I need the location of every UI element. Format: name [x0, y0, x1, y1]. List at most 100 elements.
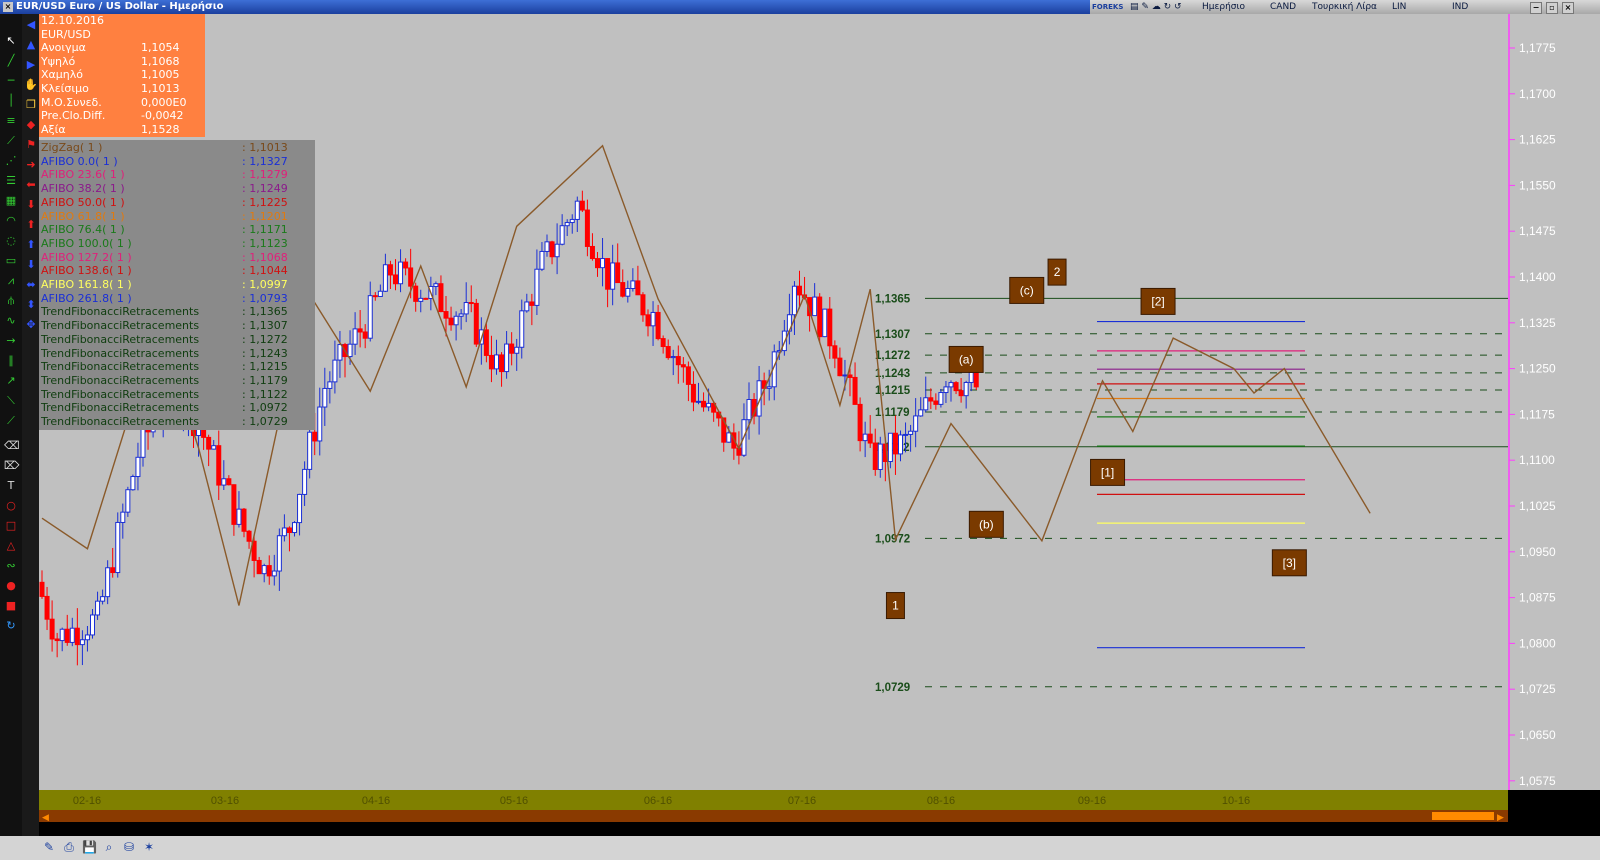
- channel-icon[interactable]: ≡: [4, 114, 18, 128]
- candle-body: [584, 209, 590, 247]
- grid-icon[interactable]: ▦: [4, 194, 18, 208]
- candle-body: [837, 357, 843, 377]
- date-tick-label: 08-16: [927, 795, 955, 807]
- vline-icon[interactable]: │: [4, 94, 18, 108]
- save-icon[interactable]: 💾: [82, 840, 97, 854]
- pan-icon[interactable]: ✥: [24, 318, 38, 332]
- wave-label-text: [3]: [1283, 556, 1296, 570]
- zigzag-icon[interactable]: ⩘: [4, 274, 18, 288]
- ray-icon[interactable]: →: [4, 334, 18, 348]
- price-tick-label: 1,0950: [1519, 545, 1556, 559]
- spiral-icon[interactable]: ◌: [4, 234, 18, 248]
- candle-body: [615, 262, 621, 284]
- gann-icon[interactable]: ⟋: [4, 414, 18, 428]
- print-icon[interactable]: ⎙: [62, 840, 76, 854]
- star-icon[interactable]: ✶: [142, 840, 156, 854]
- price-tick-label: 1,0650: [1519, 728, 1556, 742]
- scrollbar-thumb[interactable]: [1432, 812, 1494, 820]
- candle-body: [569, 218, 575, 224]
- candle-body: [559, 225, 565, 245]
- close-button[interactable]: ×: [1562, 2, 1574, 14]
- info-label: Κλείσιμο: [41, 82, 89, 95]
- scroll-right-arrow[interactable]: ▶: [1497, 813, 1504, 823]
- candle-body: [367, 295, 373, 339]
- flag-icon[interactable]: ⚑: [24, 138, 38, 152]
- legend-label: TrendFibonacciRetracements: [41, 387, 200, 401]
- horizontal-scrollbar[interactable]: [39, 810, 1508, 822]
- hline-icon[interactable]: ─: [4, 74, 18, 88]
- candle-body: [297, 493, 303, 524]
- menu-indicators[interactable]: IND: [1452, 0, 1468, 14]
- arrow-up-icon[interactable]: ▲: [24, 38, 38, 52]
- candle-body: [135, 456, 141, 478]
- candle-body: [79, 639, 85, 646]
- box-icon[interactable]: ▭: [4, 254, 18, 268]
- database-icon[interactable]: ⛁: [122, 840, 136, 854]
- blue-up-icon[interactable]: ⬆: [24, 238, 38, 252]
- eraser-icon[interactable]: ⌫: [4, 439, 20, 453]
- toolbar-icons[interactable]: ▤ ✎ ☁ ↻ ↺: [1130, 0, 1182, 14]
- trend-icon[interactable]: ⟋: [4, 134, 18, 148]
- ellipse-icon[interactable]: ○: [4, 499, 18, 513]
- arc-icon[interactable]: ◠: [4, 214, 18, 228]
- pitchfork-icon[interactable]: ⫛: [4, 294, 18, 308]
- legend-label: AFIBO 0.0( 1 ): [41, 154, 118, 168]
- legend-label: AFIBO 38.2( 1 ): [41, 182, 125, 196]
- shrink-icon[interactable]: ⬍: [24, 298, 38, 312]
- candle-body: [347, 343, 353, 358]
- menu-scale[interactable]: LIN: [1392, 0, 1406, 14]
- scroll-left-arrow[interactable]: ◀: [42, 813, 49, 823]
- candle-body: [640, 294, 646, 316]
- candle-body: [90, 614, 95, 636]
- menu-period[interactable]: Ημερήσιο: [1202, 0, 1245, 14]
- candle-body: [908, 430, 914, 435]
- candle-body: [276, 535, 282, 572]
- candle-body: [408, 267, 414, 287]
- eraser-all-icon[interactable]: ⌦: [4, 459, 20, 473]
- candle-body: [69, 627, 75, 643]
- candle-body: [221, 478, 227, 486]
- left-marker-icon[interactable]: ⬅: [24, 178, 38, 192]
- text-icon[interactable]: T: [4, 479, 18, 493]
- copy-icon[interactable]: ❐: [24, 98, 38, 112]
- legend-label: TrendFibonacciRetracements: [41, 373, 200, 387]
- right-marker-icon[interactable]: ➜: [24, 158, 38, 172]
- candle-body: [923, 397, 929, 411]
- marker-icon[interactable]: ◆: [24, 118, 38, 132]
- cycle-icon[interactable]: ∿: [4, 314, 18, 328]
- menu-chart-type[interactable]: CAND: [1270, 0, 1296, 14]
- info-date: 12.10.2016: [41, 14, 104, 27]
- down-marker-icon[interactable]: ⬇: [24, 198, 38, 212]
- hand-icon[interactable]: ✋: [24, 78, 38, 92]
- triangle-icon[interactable]: △: [4, 539, 18, 553]
- blue-down-icon[interactable]: ⬇: [24, 258, 38, 272]
- filled-rect-icon[interactable]: ■: [4, 599, 18, 613]
- close-window-button[interactable]: ×: [3, 2, 13, 12]
- wave-icon[interactable]: ∾: [4, 559, 18, 573]
- legend-label: AFIBO 261.8( 1 ): [41, 291, 132, 305]
- zoom-icon[interactable]: ⌕: [102, 840, 116, 854]
- fan-icon[interactable]: ⋰: [4, 154, 18, 168]
- settings-icon[interactable]: ✎: [42, 840, 56, 854]
- filled-ellipse-icon[interactable]: ●: [4, 579, 18, 593]
- arrow-right-icon[interactable]: ▶: [24, 58, 38, 72]
- fibo-icon[interactable]: ☰: [4, 174, 18, 188]
- line-icon[interactable]: ╱: [4, 54, 18, 68]
- refresh-icon[interactable]: ↻: [4, 619, 18, 633]
- arrow-left-icon[interactable]: ◀: [24, 18, 38, 32]
- legend-value: : 1,0729: [242, 415, 288, 428]
- candle-body: [110, 567, 116, 574]
- minimize-button[interactable]: −: [1530, 2, 1542, 14]
- cursor-icon[interactable]: ↖: [4, 34, 18, 48]
- up-marker-icon[interactable]: ⬆: [24, 218, 38, 232]
- parallel-icon[interactable]: ∥: [4, 354, 18, 368]
- menu-currency[interactable]: Τουρκική Λίρα: [1312, 0, 1377, 14]
- expand-icon[interactable]: ⬌: [24, 278, 38, 292]
- candle-body: [256, 559, 262, 575]
- price-tick-label: 1,1325: [1519, 316, 1556, 330]
- candle-body: [827, 308, 833, 347]
- restore-button[interactable]: ▫: [1546, 2, 1558, 14]
- arrow-icon[interactable]: ↗: [4, 374, 18, 388]
- regression-icon[interactable]: ⟍: [4, 394, 18, 408]
- rectangle-icon[interactable]: □: [4, 519, 18, 533]
